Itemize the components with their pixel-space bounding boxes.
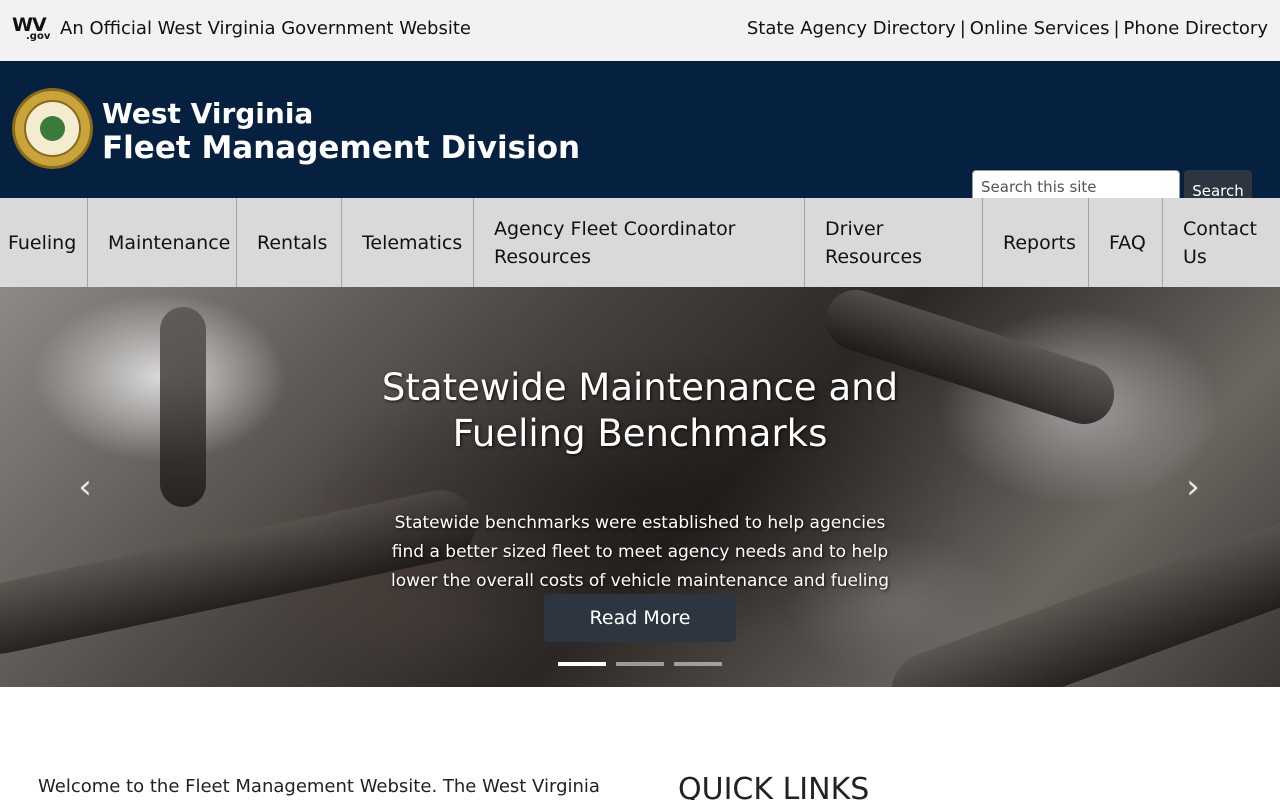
nav-item-rentals[interactable]: Rentals	[237, 198, 342, 287]
top-links: State Agency Directory | Online Services | P…	[747, 18, 1268, 39]
nav-item-driver-resources[interactable]: Driver Resources	[805, 198, 983, 287]
nav-item-reports[interactable]: Reports	[983, 198, 1089, 287]
quick-links-heading: QUICK LINKS	[678, 772, 870, 800]
main-navigation: Fueling Maintenance Rentals Telematics A…	[0, 198, 1280, 287]
official-banner: WV .gov An Official West Virginia Govern…	[0, 0, 1280, 61]
state-seal-icon[interactable]	[12, 88, 93, 169]
carousel-indicator-1[interactable]	[558, 662, 606, 666]
link-separator: |	[959, 18, 966, 39]
read-more-button[interactable]: Read More	[544, 594, 736, 642]
engine-hose-decor	[160, 307, 206, 507]
online-services-link[interactable]: Online Services	[970, 18, 1110, 39]
carousel-indicator-2[interactable]	[616, 662, 664, 666]
link-separator: |	[1113, 18, 1120, 39]
seal-inner	[24, 100, 81, 157]
carousel-next-icon[interactable]: ›	[1182, 467, 1204, 507]
phone-directory-link[interactable]: Phone Directory	[1124, 18, 1268, 39]
welcome-text: Welcome to the Fleet Management Website.…	[38, 776, 600, 797]
nav-item-faq[interactable]: FAQ	[1089, 198, 1163, 287]
hero-carousel: Statewide Maintenance and Fueling Benchm…	[0, 287, 1280, 687]
seal-core	[40, 116, 65, 141]
site-header: West Virginia Fleet Management Division …	[0, 61, 1280, 204]
nav-item-fueling[interactable]: Fueling	[0, 198, 88, 287]
nav-item-maintenance[interactable]: Maintenance	[88, 198, 237, 287]
hero-title: Statewide Maintenance and Fueling Benchm…	[381, 366, 899, 455]
official-website-text: An Official West Virginia Government Web…	[60, 18, 471, 39]
state-agency-directory-link[interactable]: State Agency Directory	[747, 18, 956, 39]
hero-description: Statewide benchmarks were established to…	[390, 513, 890, 591]
site-title-line2: Fleet Management Division	[102, 130, 581, 166]
wv-logo-sub: .gov	[26, 31, 51, 42]
nav-item-telematics[interactable]: Telematics	[342, 198, 474, 287]
site-title[interactable]: West Virginia Fleet Management Division	[102, 97, 580, 165]
nav-item-contact-us[interactable]: Contact Us	[1163, 198, 1280, 287]
nav-item-agency-fleet-coordinator-resources[interactable]: Agency Fleet Coordinator Resources	[474, 198, 805, 287]
carousel-indicator-3[interactable]	[674, 662, 722, 666]
carousel-prev-icon[interactable]: ‹	[74, 467, 96, 507]
wv-gov-logo[interactable]: WV .gov	[12, 14, 52, 44]
site-title-line1: West Virginia	[102, 97, 314, 130]
